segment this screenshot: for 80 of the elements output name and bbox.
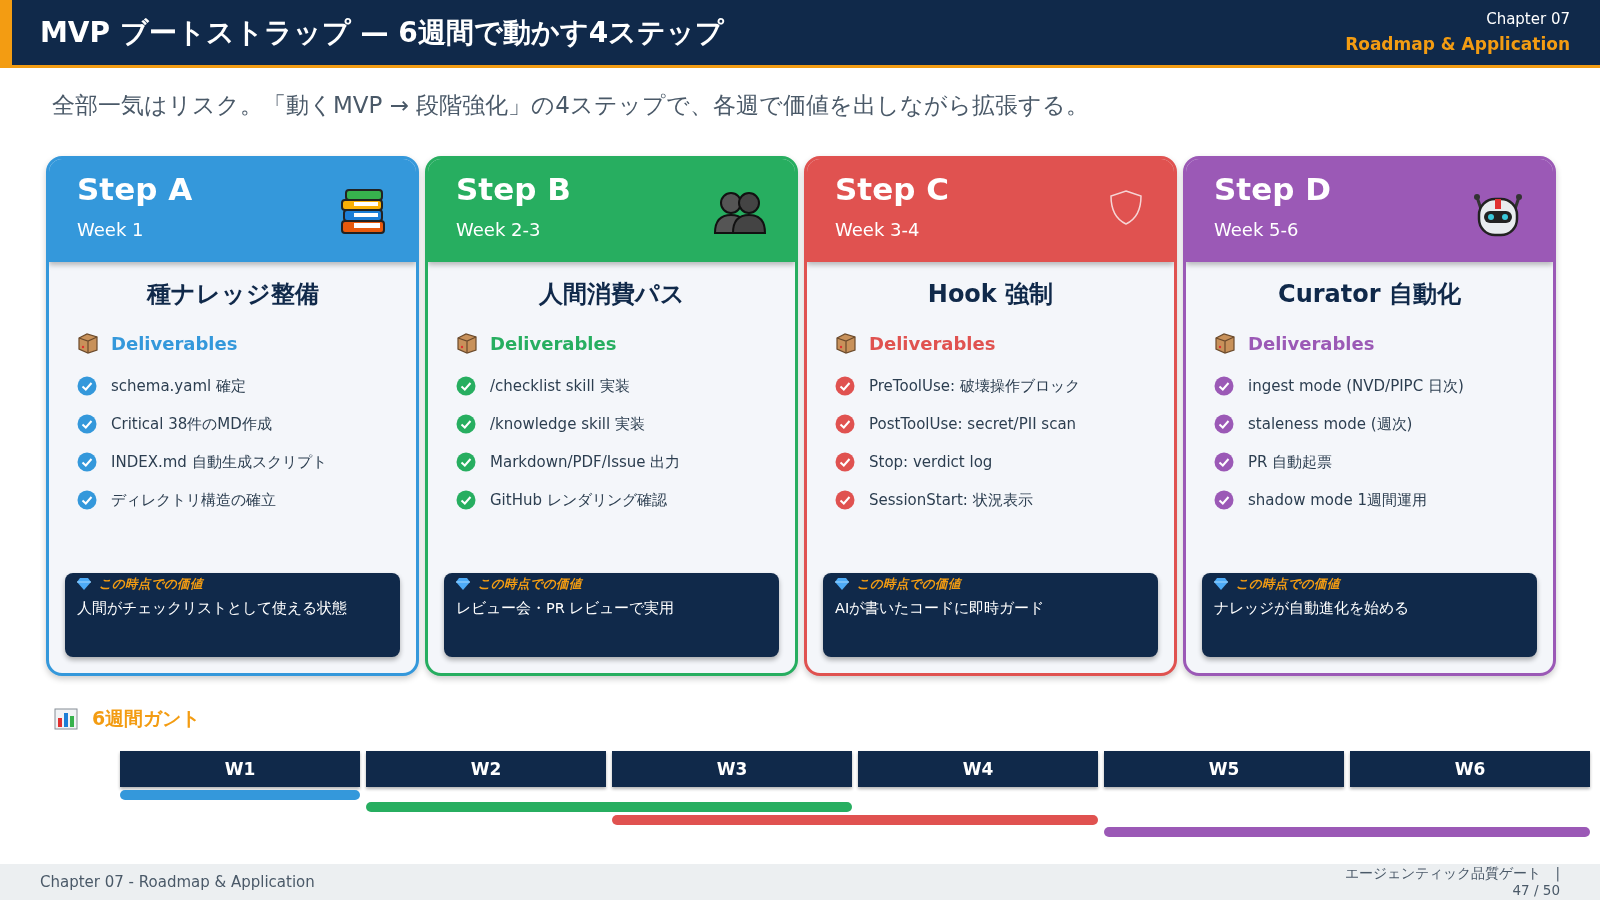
- deliverable-item: staleness mode (週次): [1248, 413, 1413, 435]
- value-label: この時点での価値: [857, 575, 961, 593]
- deliverables-label: Deliverables: [111, 332, 238, 356]
- deliverables-label: Deliverables: [490, 332, 617, 356]
- footer-title: エージェンティック品質ゲート |: [1345, 865, 1560, 882]
- diamond-icon: [456, 578, 470, 591]
- value-text: AIが書いたコードに即時ガード: [835, 598, 1046, 618]
- deliverable-item: schema.yaml 確定: [111, 375, 246, 397]
- step-title: Step B: [456, 171, 571, 209]
- deliverable-item: PreToolUse: 破壊操作ブロック: [869, 375, 1080, 397]
- deliverable-item: Markdown/PDF/Issue 出力: [490, 451, 681, 473]
- week-label: Week 5-6: [1214, 218, 1300, 243]
- check-icon: [456, 414, 476, 434]
- check-icon: [835, 414, 855, 434]
- bar-chart-icon: [54, 707, 78, 730]
- check-icon: [456, 376, 476, 396]
- check-icon: [77, 376, 97, 396]
- step-heading: Curator 自動化: [1277, 279, 1462, 310]
- deliverable-item: INDEX.md 自動生成スクリプト: [111, 451, 327, 473]
- deliverable-item: /checklist skill 実装: [490, 375, 630, 397]
- deliverable-item: GitHub レンダリング確認: [490, 489, 667, 511]
- step-heading: 人間消費パス: [537, 279, 686, 310]
- page-number: 47 / 50: [1511, 882, 1560, 899]
- package-icon: [456, 332, 478, 355]
- week-header: W6: [1350, 751, 1590, 787]
- step-title: Step D: [1214, 171, 1331, 209]
- slide-title: MVP ブートストラップ — 6週間で動かす4ステップ: [40, 14, 725, 51]
- deliverable-item: /knowledge skill 実装: [490, 413, 645, 435]
- value-text: ナレッジが自動進化を始める: [1214, 598, 1410, 618]
- check-icon: [77, 414, 97, 434]
- week-label: Week 1: [77, 218, 145, 243]
- check-icon: [1214, 452, 1234, 472]
- value-text: レビュー会・PR レビューで実用: [456, 598, 676, 618]
- check-icon: [835, 490, 855, 510]
- week-header: W3: [612, 751, 852, 787]
- week-label: Week 2-3: [456, 218, 542, 243]
- check-icon: [835, 452, 855, 472]
- step-title: Step A: [77, 171, 193, 209]
- deliverable-item: ingest mode (NVD/PIPC 日次): [1248, 375, 1464, 397]
- diamond-icon: [1214, 578, 1228, 591]
- deliverable-item: Critical 38件のMD作成: [111, 413, 272, 435]
- deliverable-item: Stop: verdict log: [869, 451, 993, 473]
- check-icon: [1214, 490, 1234, 510]
- deliverable-item: SessionStart: 状況表示: [869, 489, 1033, 511]
- check-icon: [456, 452, 476, 472]
- check-icon: [77, 452, 97, 472]
- chapter-label: Chapter 07: [1485, 8, 1570, 30]
- books-icon: [338, 187, 388, 237]
- week-label: Week 3-4: [835, 218, 921, 243]
- week-header: W2: [366, 751, 606, 787]
- week-header: W5: [1104, 751, 1344, 787]
- diamond-icon: [835, 578, 849, 591]
- step-heading: 種ナレッジ整備: [145, 279, 320, 310]
- check-icon: [456, 490, 476, 510]
- gantt-title: 6週間ガント: [92, 706, 201, 732]
- value-text: 人間がチェックリストとして使える状態: [77, 598, 348, 618]
- deliverable-item: shadow mode 1週間運用: [1248, 489, 1428, 511]
- check-icon: [77, 490, 97, 510]
- check-icon: [1214, 414, 1234, 434]
- footer-text: Chapter 07 - Roadmap & Application: [40, 871, 315, 893]
- subtitle: 全部一気はリスク。「動くMVP → 段階強化」の4ステップで、各週で価値を出しながら拡張する。: [51, 91, 1090, 120]
- week-header: W1: [120, 751, 360, 787]
- check-icon: [1214, 376, 1234, 396]
- week-header: W4: [858, 751, 1098, 787]
- diamond-icon: [77, 578, 91, 591]
- check-icon: [835, 376, 855, 396]
- package-icon: [1214, 332, 1236, 355]
- package-icon: [77, 332, 99, 355]
- package-icon: [835, 332, 857, 355]
- step-title: Step C: [835, 171, 949, 209]
- section-label: Roadmap & Application: [1345, 32, 1570, 56]
- deliverables-label: Deliverables: [1248, 332, 1375, 356]
- step-heading: Hook 強制: [926, 279, 1055, 310]
- value-label: この時点での価値: [1236, 575, 1340, 593]
- deliverables-label: Deliverables: [869, 332, 996, 356]
- deliverable-item: ディレクトリ構造の確立: [111, 489, 276, 511]
- value-label: この時点での価値: [478, 575, 582, 593]
- value-label: この時点での価値: [99, 575, 203, 593]
- deliverable-item: PostToolUse: secret/PII scan: [869, 413, 1077, 435]
- deliverable-item: PR 自動起票: [1248, 451, 1333, 473]
